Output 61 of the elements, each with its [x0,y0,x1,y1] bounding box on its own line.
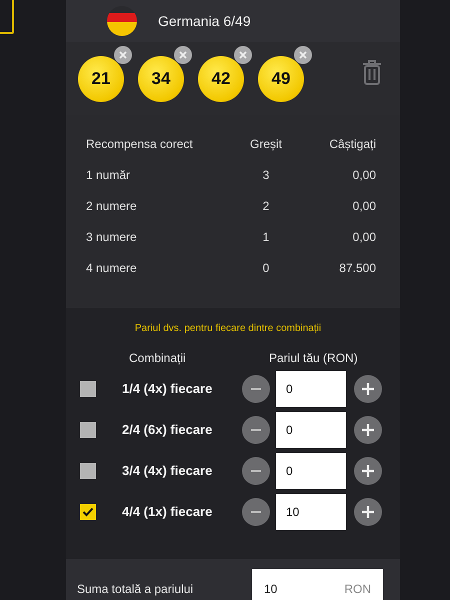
minus-icon [251,470,261,472]
checkbox[interactable] [80,380,96,396]
table-cell-text: 3 [262,166,270,184]
minus-icon [251,428,261,430]
number-ball: 21 [78,56,124,102]
remove-icon[interactable] [174,46,192,64]
trash-icon[interactable] [362,59,382,85]
column-header: Greșit [248,136,283,153]
column-header: Pariul tău (RON) [269,351,358,365]
checkbox[interactable] [80,462,96,478]
checkbox[interactable] [80,422,96,438]
table-cell-text: 4 numere [86,260,138,276]
number-ball: 34 [138,56,184,102]
table-cell-text: 2 numere [86,198,138,214]
minus-icon [251,388,261,390]
plus-button[interactable] [354,374,382,402]
plus-button[interactable] [354,456,382,484]
total-label: Suma totală a pariului [77,582,194,596]
table-cell-text: 0,00 [352,166,376,184]
plus-button[interactable] [354,498,382,526]
combination-label: 3/4 (4x) fiecare [122,463,214,478]
plus-button[interactable] [354,416,382,444]
stake-field[interactable]: 0 [276,370,346,406]
table-cell-text: 0,00 [352,228,376,246]
checkbox[interactable] [80,504,96,520]
flag-icon [106,6,138,36]
stake-field[interactable]: 0 [276,452,346,488]
number-ball: 42 [198,56,244,102]
bet-note: Pariul dvs. pentru fiecare dintre combinații [134,323,322,334]
column-header: Combinații [129,351,187,365]
plus-icon [362,506,374,518]
table-cell-text: 1 număr [86,166,132,184]
number-ball: 49 [258,56,304,102]
currency-label: RON [344,582,371,596]
remove-icon[interactable] [294,46,312,64]
game-title: Germania 6/49 [158,13,251,29]
table-cell-text: 0 [262,260,270,276]
total-field[interactable]: 10 RON [252,569,383,600]
plus-icon [362,464,374,476]
minus-button[interactable] [242,416,270,444]
stake-field[interactable]: 0 [276,412,346,448]
minus-icon [251,510,261,512]
column-header: Câștigați [328,136,376,153]
table-cell-text: 0,00 [352,198,376,214]
minus-button[interactable] [242,374,270,402]
table-cell-text: 1 [262,228,270,246]
combination-label: 4/4 (1x) fiecare [122,504,214,519]
combination-label: 2/4 (6x) fiecare [122,422,214,437]
combination-label: 1/4 (4x) fiecare [122,381,214,396]
remove-icon[interactable] [234,46,252,64]
remove-icon[interactable] [114,46,132,64]
plus-icon [362,424,374,436]
table-cell-text: 3 numere [86,228,138,246]
column-header: Recompensa corect [86,136,194,153]
minus-button[interactable] [242,498,270,526]
total-value: 10 [264,582,278,596]
minus-button[interactable] [242,456,270,484]
table-cell-text: 2 [262,198,270,214]
plus-icon [362,382,374,394]
stake-field[interactable]: 10 [276,494,346,530]
table-cell-text: 87.500 [338,260,376,276]
